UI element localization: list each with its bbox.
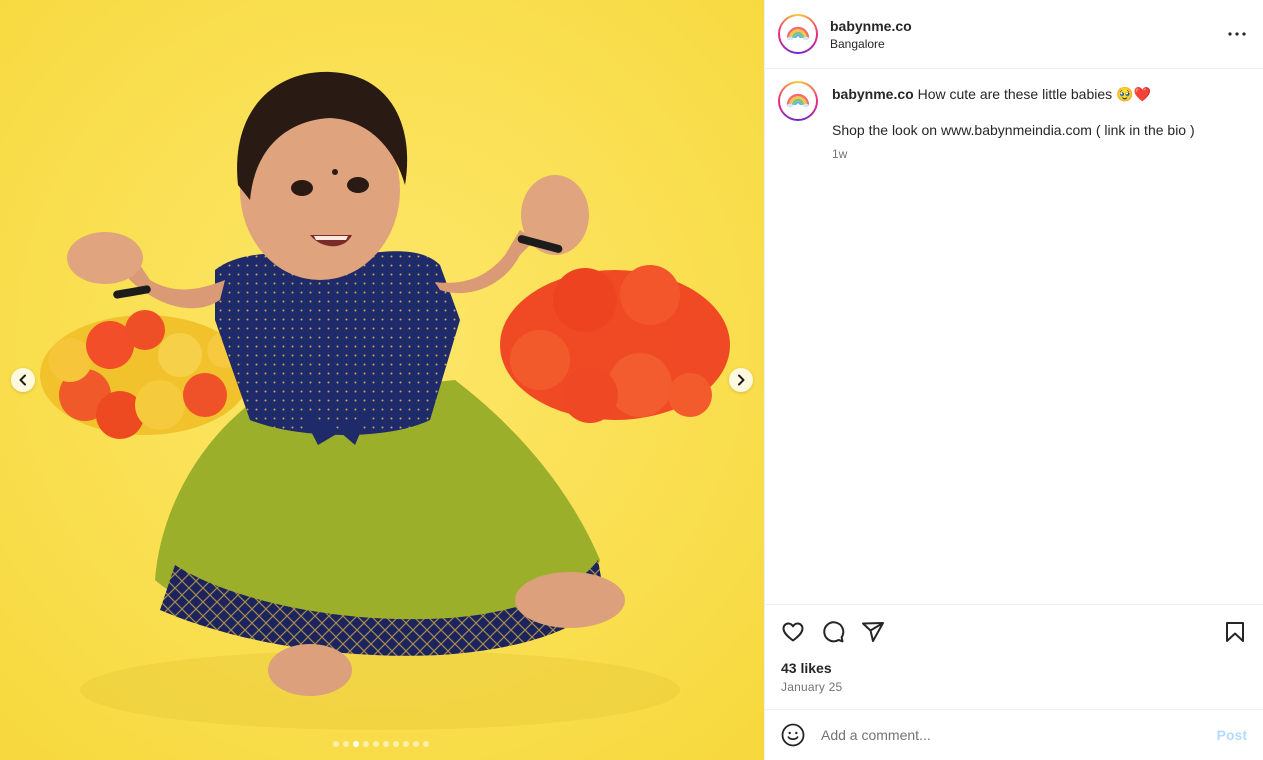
smiley-icon — [781, 723, 805, 747]
post-location[interactable]: Bangalore — [830, 37, 1225, 51]
post-sidebar: babynme.co Bangalore babynme.co How cute… — [764, 0, 1263, 760]
carousel-dot — [363, 741, 369, 747]
carousel-dot — [373, 741, 379, 747]
likes-count[interactable]: 43 likes — [781, 660, 1247, 676]
dress-bodice — [215, 251, 460, 435]
carousel-dot — [403, 741, 409, 747]
post-comment-button[interactable]: Post — [1217, 727, 1247, 743]
rainbow-logo-icon — [786, 93, 810, 108]
add-comment-bar: Post — [765, 709, 1263, 760]
more-options-button[interactable] — [1225, 22, 1249, 46]
share-button[interactable] — [861, 620, 885, 644]
caption: babynme.co How cute are these little bab… — [778, 81, 1247, 163]
post-username[interactable]: babynme.co — [830, 18, 1225, 34]
caption-text: How cute are these little babies 🥹❤️ — [917, 86, 1151, 102]
heart-icon — [782, 622, 804, 642]
post-photo — [0, 0, 764, 760]
post-actions-area: 43 likes January 25 — [765, 604, 1263, 709]
caption-avatar[interactable] — [778, 81, 818, 121]
carousel-dot — [423, 741, 429, 747]
chevron-left-icon — [19, 374, 26, 386]
paper-plane-icon — [862, 622, 884, 642]
carousel-dot — [383, 741, 389, 747]
caption-shop-text: Shop the look on www.babynmeindia.com ( … — [832, 122, 1195, 138]
carousel-dot — [333, 741, 339, 747]
comment-button[interactable] — [821, 620, 845, 644]
bookmark-icon — [1226, 622, 1244, 642]
avatar[interactable] — [778, 14, 818, 54]
carousel-dot — [413, 741, 419, 747]
chevron-right-icon — [738, 374, 745, 386]
caption-timestamp[interactable]: 1w — [832, 145, 1195, 163]
carousel-prev-button[interactable] — [11, 368, 35, 392]
comments-section: babynme.co How cute are these little bab… — [765, 69, 1263, 604]
rainbow-logo-icon — [786, 26, 810, 41]
action-bar — [781, 618, 1247, 646]
carousel-indicator — [333, 741, 429, 747]
more-horizontal-icon — [1228, 32, 1246, 36]
caption-username[interactable]: babynme.co — [832, 86, 914, 102]
like-button[interactable] — [781, 620, 805, 644]
emoji-button[interactable] — [781, 723, 805, 747]
carousel-dot — [393, 741, 399, 747]
comment-input[interactable] — [821, 727, 1217, 743]
comment-bubble-icon — [823, 621, 845, 643]
post-date[interactable]: January 25 — [781, 680, 1247, 694]
post-header: babynme.co Bangalore — [765, 0, 1263, 69]
post-media[interactable] — [0, 0, 764, 760]
carousel-dot — [343, 741, 349, 747]
carousel-next-button[interactable] — [729, 368, 753, 392]
save-button[interactable] — [1223, 620, 1247, 644]
carousel-dot — [353, 741, 359, 747]
